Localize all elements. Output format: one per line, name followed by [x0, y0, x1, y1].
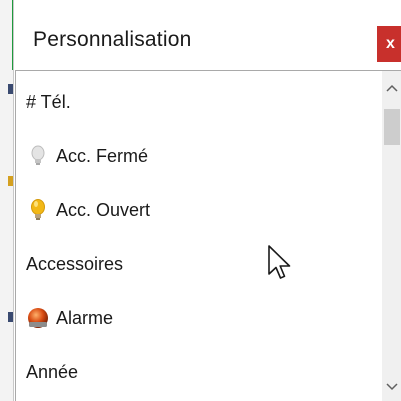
list-item-label: Année	[26, 361, 79, 382]
list-item-label: Acc. Ouvert	[56, 199, 151, 220]
dialog-title: Personnalisation	[33, 28, 192, 51]
list-item-label: # Tél.	[26, 91, 71, 112]
chevron-down-icon	[386, 383, 398, 391]
bulb-on-icon	[26, 195, 50, 225]
scroll-up-button[interactable]	[382, 77, 401, 99]
scrollbar-thumb[interactable]	[384, 109, 400, 145]
list-item[interactable]: Acc. Ouvert	[26, 195, 150, 225]
vertical-scrollbar[interactable]	[382, 70, 401, 401]
mouse-pointer-icon	[267, 244, 297, 288]
personalisation-dialog: Personnalisation x # Tél. Acc. Fermé Acc…	[13, 0, 401, 401]
list-item[interactable]: Année	[26, 357, 78, 387]
close-icon: x	[386, 35, 395, 52]
list-item-label: Acc. Fermé	[56, 145, 149, 166]
alarm-light-icon	[26, 303, 50, 333]
list-item-label: Alarme	[56, 307, 114, 328]
list-item[interactable]: Alarme	[26, 303, 113, 333]
background-window-edge	[0, 0, 15, 401]
field-list[interactable]: # Tél. Acc. Fermé Acc. Ouvert Accessoire…	[15, 70, 382, 401]
chevron-up-icon	[386, 84, 398, 92]
list-item[interactable]: Accessoires	[26, 249, 123, 279]
list-item[interactable]: # Tél.	[26, 87, 71, 117]
scroll-down-button[interactable]	[382, 376, 401, 398]
close-button[interactable]: x	[377, 26, 401, 62]
title-bar[interactable]: Personnalisation x	[14, 0, 401, 70]
list-item-label: Accessoires	[26, 253, 124, 274]
bulb-off-icon	[26, 141, 50, 171]
list-item[interactable]: Acc. Fermé	[26, 141, 148, 171]
screen: Personnalisation x # Tél. Acc. Fermé Acc…	[0, 0, 401, 401]
